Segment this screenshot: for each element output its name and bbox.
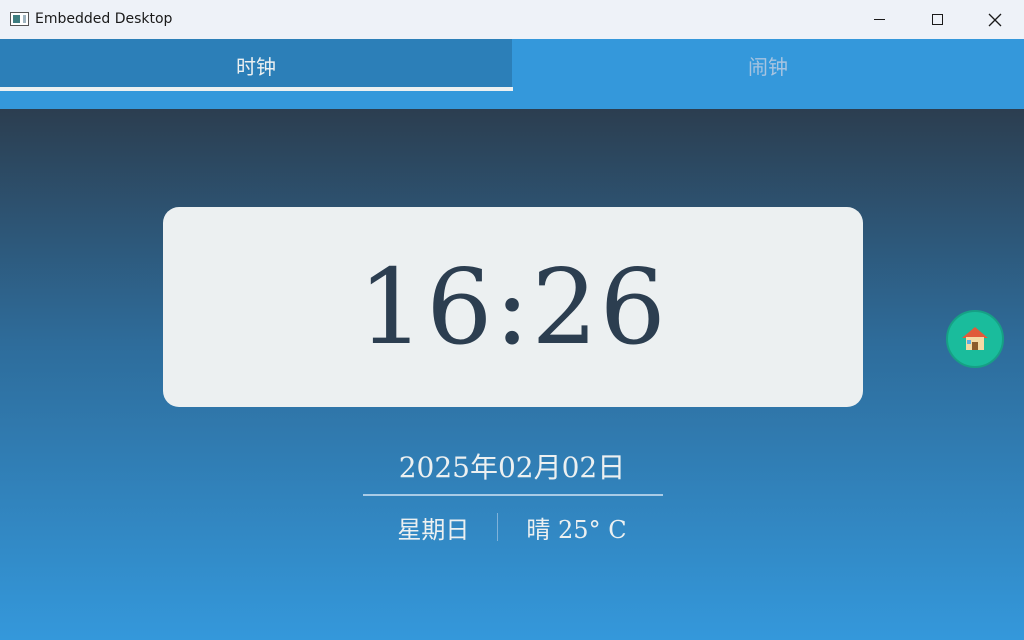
window-title: Embedded Desktop xyxy=(35,11,173,27)
date-label: 2025年02月02日 xyxy=(398,451,626,484)
maximize-icon xyxy=(931,14,943,25)
minimize-button[interactable] xyxy=(850,0,908,39)
title-bar[interactable]: Embedded Desktop xyxy=(0,0,1024,39)
tab-alarm[interactable]: 闹钟 xyxy=(512,39,1024,91)
clock-page: 16:26 2025年02月02日 星期日 晴 25° C xyxy=(0,109,1024,640)
maximize-button[interactable] xyxy=(908,0,966,39)
weekday-label: 星期日 xyxy=(397,515,470,544)
app-window: Embedded Desktop 时钟 闹钟 16:26 2025年02月02日… xyxy=(0,0,1024,640)
home-icon xyxy=(962,327,988,351)
date-divider xyxy=(363,494,663,496)
tab-bar: 时钟 闹钟 xyxy=(0,39,1024,109)
clock-time: 16:26 xyxy=(358,246,668,368)
home-button[interactable] xyxy=(946,310,1004,368)
clock-card: 16:26 xyxy=(163,207,863,407)
tab-clock[interactable]: 时钟 xyxy=(0,39,512,91)
weather-label: 晴 25° C xyxy=(526,515,627,544)
active-tab-indicator xyxy=(0,87,513,91)
close-button[interactable] xyxy=(966,0,1024,39)
info-row: 星期日 晴 25° C xyxy=(0,509,1024,545)
info-separator xyxy=(497,513,499,541)
app-icon xyxy=(10,12,29,26)
minimize-icon xyxy=(873,19,885,20)
close-icon xyxy=(988,13,1002,26)
